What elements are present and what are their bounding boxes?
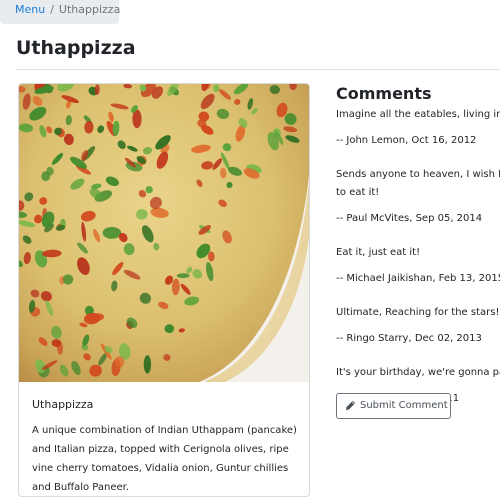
dish-description: A unique combination of Indian Uthappam …	[32, 425, 297, 493]
page-title: Uthappizza	[16, 37, 136, 59]
comment-text: It's your birthday, we're gonna party	[336, 367, 500, 378]
comment-text: Ultimate, Reaching for the stars!	[336, 307, 500, 318]
comment-text: Sends anyone to heaven, I wish I co to e…	[336, 169, 500, 198]
dish-image	[19, 84, 309, 382]
comment-author-date: -- Michael Jaikishan, Feb 13, 2015	[336, 273, 500, 284]
comments-list: Imagine all the eatables, living in co -…	[336, 106, 500, 424]
dish-card: Uthappizza A unique combination of India…	[18, 83, 310, 497]
comment-item: Eat it, just eat it! -- Michael Jaikisha…	[336, 244, 500, 288]
comment-item: Ultimate, Reaching for the stars! -- Rin…	[336, 304, 500, 348]
breadcrumb-current: Uthappizza	[58, 3, 121, 16]
submit-comment-label: Submit Comment	[360, 400, 448, 411]
pencil-icon	[345, 400, 356, 411]
submit-comment-button[interactable]: Submit Comment	[336, 393, 451, 419]
dish-name: Uthappizza	[32, 398, 94, 411]
comment-item: Sends anyone to heaven, I wish I co to e…	[336, 166, 500, 228]
breadcrumb-separator: /	[50, 3, 54, 16]
comment-item: Imagine all the eatables, living in co -…	[336, 106, 500, 150]
page: Menu / Uthappizza Uthappizza Uthappizza …	[0, 0, 500, 500]
title-divider	[16, 69, 500, 70]
comment-text: Eat it, just eat it!	[336, 247, 421, 258]
breadcrumb-link-menu[interactable]: Menu	[15, 3, 45, 16]
comment-author-date: -- Paul McVites, Sep 05, 2014	[336, 213, 483, 224]
comment-author-date: -- Ringo Starry, Dec 02, 2013	[336, 333, 482, 344]
comment-text: Imagine all the eatables, living in co	[336, 109, 500, 120]
comments-title: Comments	[336, 84, 432, 103]
comment-author-date: -- John Lemon, Oct 16, 2012	[336, 135, 477, 146]
breadcrumb: Menu / Uthappizza	[0, 0, 121, 24]
